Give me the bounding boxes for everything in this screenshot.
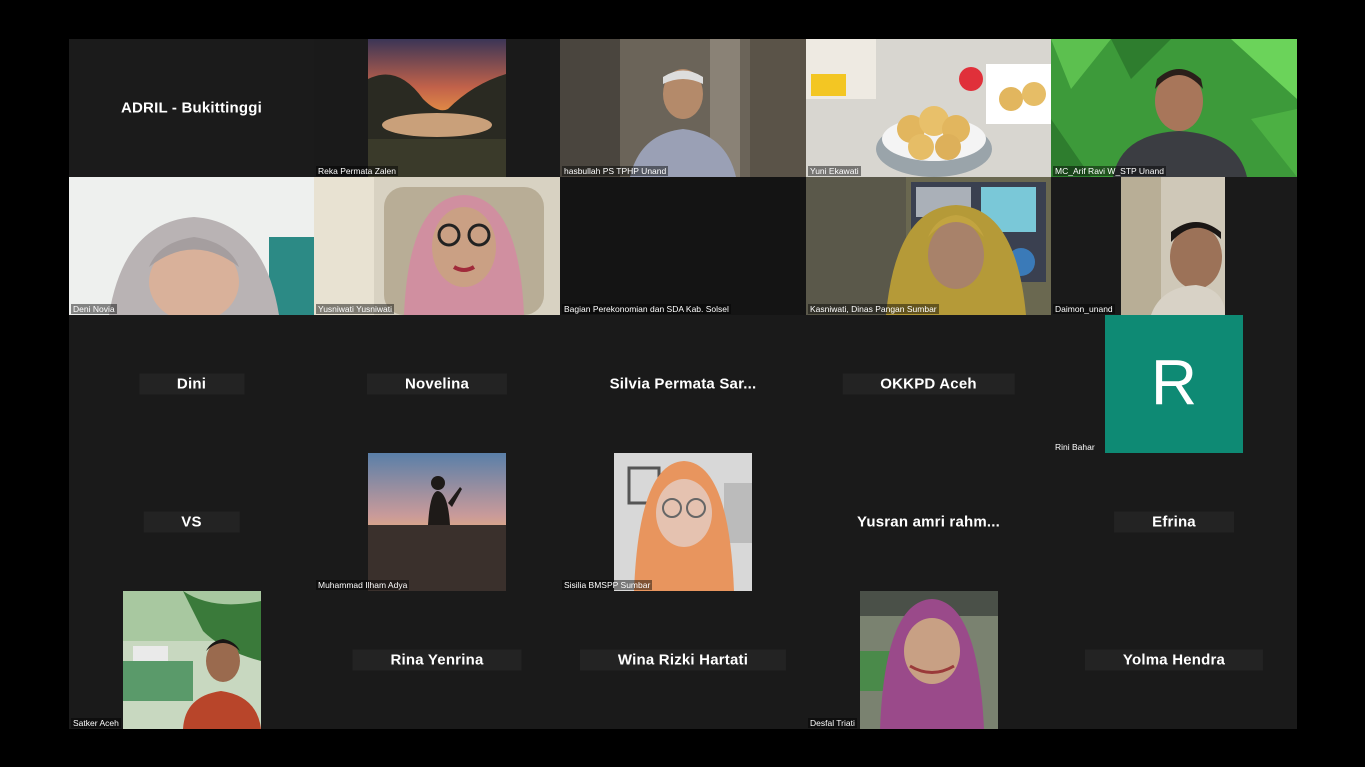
video-feed	[806, 177, 1051, 315]
participant-tile-vs[interactable]: VS	[69, 453, 314, 591]
participant-tile-adril[interactable]: ADRIL - Bukittinggi	[69, 39, 314, 177]
participant-tile-hasbullah[interactable]: hasbullah PS TPHP Unand	[560, 39, 806, 177]
video-feed	[1051, 39, 1297, 177]
video-feed	[314, 177, 560, 315]
participant-tile-silvia[interactable]: Silvia Permata Sar...	[560, 315, 806, 453]
video-gallery-grid: ADRIL - Bukittinggi Reka Permata Zalen h…	[69, 39, 1297, 729]
participant-name: Rina Yenrina	[352, 649, 522, 671]
avatar: R	[1105, 315, 1243, 453]
participant-name-label: Muhammad Ilham Adya	[316, 580, 410, 590]
participant-tile-deni[interactable]: Deni Novia	[69, 177, 314, 315]
participant-name: Wina Rizki Hartati	[579, 649, 787, 671]
participant-tile-yusran[interactable]: Yusran amri rahm...	[806, 453, 1051, 591]
participant-tile-daimon[interactable]: Daimon_unand	[1051, 177, 1297, 315]
participant-name: Yusran amri rahm...	[856, 513, 1001, 531]
participant-name-label: Deni Novia	[71, 304, 117, 314]
participant-tile-satker-aceh[interactable]: Satker Aceh	[69, 591, 314, 729]
participant-tile-sisilia[interactable]: Sisilia BMSPP Sumbar	[560, 453, 806, 591]
participant-tile-novelina[interactable]: Novelina	[314, 315, 560, 453]
participant-name-label: Rini Bahar	[1055, 442, 1095, 452]
participant-name-label: Bagian Perekonomian dan SDA Kab. Solsel	[562, 304, 731, 314]
participant-name-label: Kasniwati, Dinas Pangan Sumbar	[808, 304, 939, 314]
participant-name: Yolma Hendra	[1084, 649, 1264, 671]
participant-name: ADRIL - Bukittinggi	[120, 99, 263, 117]
participant-tile-yolma[interactable]: Yolma Hendra	[1051, 591, 1297, 729]
participant-name: Efrina	[1114, 511, 1234, 533]
participant-name-label: Sisilia BMSPP Sumbar	[562, 580, 653, 590]
participant-name-label: Yuni Ekawati	[808, 166, 861, 176]
participant-name-label: Reka Permata Zalen	[316, 166, 398, 176]
participant-name-label: Daimon_unand	[1053, 304, 1115, 314]
video-feed	[560, 39, 806, 177]
participant-name-label: Desfal Triati	[808, 718, 857, 728]
video-feed	[806, 39, 1051, 177]
participant-name-label: Satker Aceh	[71, 718, 121, 728]
participant-tile-reka[interactable]: Reka Permata Zalen	[314, 39, 560, 177]
participant-tile-arif[interactable]: MC_Arif Ravi W_STP Unand	[1051, 39, 1297, 177]
participant-tile-yusniwati[interactable]: Yusniwati Yusniwati	[314, 177, 560, 315]
participant-tile-rini-bahar[interactable]: R Rini Bahar	[1051, 315, 1297, 453]
participant-tile-bagian-perekonomian[interactable]: Bagian Perekonomian dan SDA Kab. Solsel	[560, 177, 806, 315]
participant-tile-efrina[interactable]: Efrina	[1051, 453, 1297, 591]
participant-tile-wina[interactable]: Wina Rizki Hartati	[560, 591, 806, 729]
participant-name-label: hasbullah PS TPHP Unand	[562, 166, 669, 176]
participant-tile-dini[interactable]: Dini	[69, 315, 314, 453]
participant-tile-rina[interactable]: Rina Yenrina	[314, 591, 560, 729]
video-feed	[1121, 177, 1225, 315]
participant-tile-okkpd-aceh[interactable]: OKKPD Aceh	[806, 315, 1051, 453]
video-feed	[368, 39, 506, 177]
participant-name-label: MC_Arif Ravi W_STP Unand	[1053, 166, 1166, 176]
video-feed	[123, 591, 261, 729]
participant-name: Novelina	[366, 373, 508, 395]
video-feed	[69, 177, 314, 315]
participant-name: Silvia Permata Sar...	[609, 375, 757, 393]
participant-name: OKKPD Aceh	[842, 373, 1015, 395]
participant-tile-desfal[interactable]: Desfal Triati	[806, 591, 1051, 729]
participant-tile-muhammad-ilham[interactable]: Muhammad Ilham Adya	[314, 453, 560, 591]
video-feed	[614, 453, 752, 591]
participant-name-label: Yusniwati Yusniwati	[316, 304, 395, 314]
avatar-letter: R	[1150, 346, 1198, 419]
participant-tile-kasniwati[interactable]: Kasniwati, Dinas Pangan Sumbar	[806, 177, 1051, 315]
video-feed	[860, 591, 998, 729]
participant-name: VS	[143, 511, 240, 533]
participant-tile-yuni[interactable]: Yuni Ekawati	[806, 39, 1051, 177]
participant-name: Dini	[138, 373, 245, 395]
video-feed	[368, 453, 506, 591]
